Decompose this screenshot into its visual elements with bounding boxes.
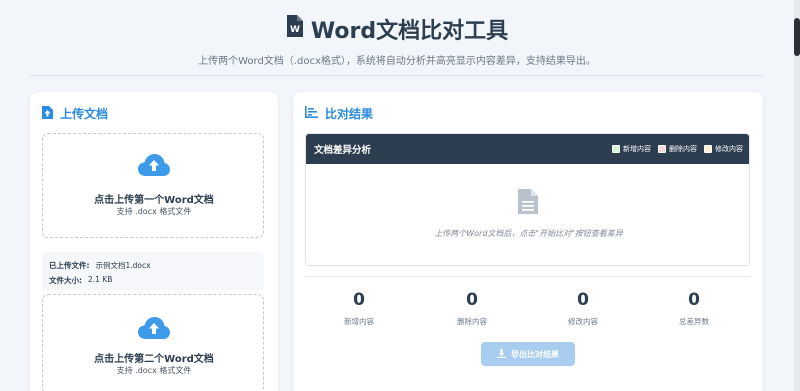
upload-card-title-text: 上传文档 — [60, 107, 109, 121]
legend-label-modified: 修改内容 — [715, 145, 743, 153]
empty-state-text: 上传两个Word文档后，点击"开始比对"按钮查看差异 — [434, 229, 623, 238]
diff-result-panel: 文档差异分析 新增内容 删除内容 修改内容 上传两个Word文档后，点击"开始比… — [305, 133, 750, 266]
stat-added-label: 新增内容 — [344, 317, 374, 326]
export-results-button[interactable]: 导出比对结果 — [481, 342, 575, 366]
stat-modified: 0 修改内容 — [543, 290, 623, 327]
bar-chart-icon — [305, 106, 318, 121]
results-card-title: 比对结果 — [305, 105, 373, 122]
stat-added-value: 0 — [353, 290, 365, 310]
file-name-value: 示例文档1.docx — [95, 261, 151, 270]
results-card: 比对结果 文档差异分析 新增内容 删除内容 修改内容 上传两个Word文档后，点… — [293, 92, 763, 391]
file-name-label: 已上传文件: — [49, 261, 90, 270]
diff-panel-title: 文档差异分析 — [314, 145, 372, 156]
stat-deleted: 0 删除内容 — [432, 290, 512, 327]
stat-modified-label: 修改内容 — [568, 317, 598, 326]
stat-deleted-label: 删除内容 — [457, 317, 487, 326]
file-size-label: 文件大小: — [49, 276, 82, 285]
stats-divider — [305, 276, 750, 277]
upload-zone-first-label: 点击上传第一个Word文档 — [94, 195, 214, 206]
results-card-title-text: 比对结果 — [325, 107, 374, 121]
page-title: W Word文档比对工具 — [0, 14, 794, 44]
export-results-label: 导出比对结果 — [511, 349, 559, 359]
scrollbar-thumb[interactable] — [794, 18, 800, 56]
svg-text:W: W — [290, 25, 300, 35]
upload-card: 上传文档 点击上传第一个Word文档 支持 .docx 格式文件 已上传文件: … — [30, 92, 278, 391]
header-divider — [30, 75, 764, 76]
upload-zone-second[interactable]: 点击上传第二个Word文档 支持 .docx 格式文件 — [42, 294, 264, 391]
page-title-text: Word文档比对工具 — [310, 19, 509, 44]
legend-item-deleted: 删除内容 — [658, 144, 697, 154]
stat-total: 0 总差异数 — [654, 290, 734, 327]
legend-label-added: 新增内容 — [623, 145, 651, 153]
upload-zone-second-label: 点击上传第二个Word文档 — [94, 354, 214, 365]
legend-item-modified: 修改内容 — [704, 144, 743, 154]
diff-legend: 新增内容 删除内容 修改内容 — [612, 144, 743, 154]
stat-total-label: 总差异数 — [679, 317, 709, 326]
file-size-value: 2.1 KB — [88, 275, 113, 284]
legend-swatch-deleted — [658, 145, 666, 153]
legend-swatch-modified — [704, 145, 712, 153]
file-upload-icon — [42, 105, 53, 122]
cloud-upload-icon — [138, 317, 170, 343]
upload-card-title: 上传文档 — [42, 105, 108, 122]
stat-deleted-value: 0 — [466, 290, 478, 310]
stat-modified-value: 0 — [577, 290, 589, 310]
stat-added: 0 新增内容 — [319, 290, 399, 327]
uploaded-file-info: 已上传文件: 示例文档1.docx 文件大小: 2.1 KB — [42, 252, 264, 290]
upload-zone-first[interactable]: 点击上传第一个Word文档 支持 .docx 格式文件 — [42, 133, 264, 238]
word-file-icon: W — [286, 15, 303, 43]
upload-zone-first-hint: 支持 .docx 格式文件 — [116, 207, 192, 216]
upload-zone-second-hint: 支持 .docx 格式文件 — [116, 366, 192, 375]
legend-item-added: 新增内容 — [612, 144, 651, 154]
scrollbar-track[interactable] — [794, 0, 800, 391]
page-subtitle: 上传两个Word文档（.docx格式），系统将自动分析并高亮显示内容差异，支持结… — [198, 56, 596, 67]
download-icon — [497, 348, 506, 360]
cloud-upload-icon — [138, 154, 170, 180]
legend-label-deleted: 删除内容 — [669, 145, 697, 153]
document-icon — [518, 189, 538, 218]
diff-panel-header: 文档差异分析 新增内容 删除内容 修改内容 — [306, 134, 749, 164]
legend-swatch-added — [612, 145, 620, 153]
stat-total-value: 0 — [688, 290, 700, 310]
